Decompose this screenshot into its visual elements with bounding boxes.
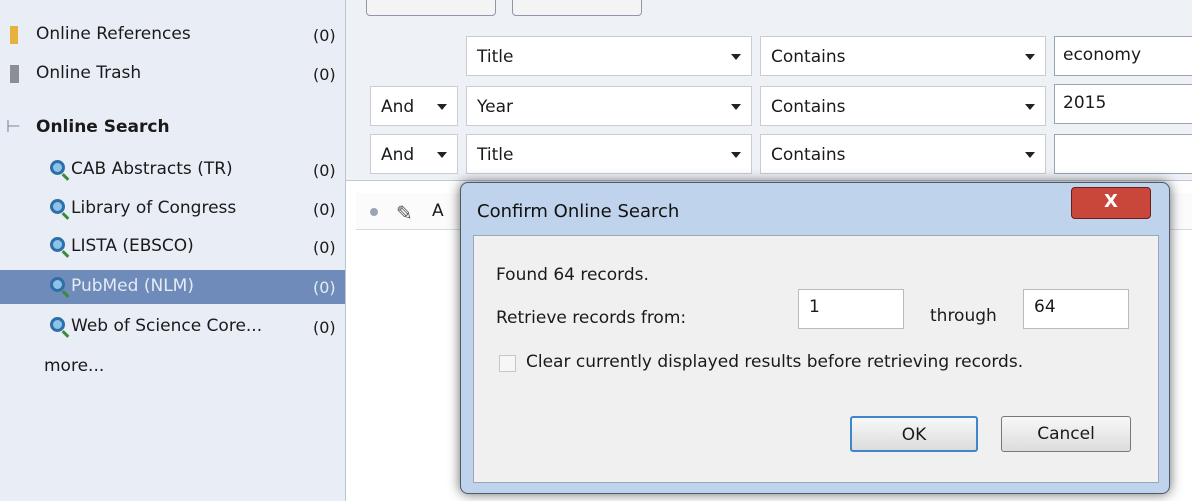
operator-select-value: Contains bbox=[771, 47, 846, 67]
toolbar-button[interactable] bbox=[512, 0, 642, 16]
sidebar-item-label: Library of Congress bbox=[71, 198, 237, 218]
records-through-value: 64 bbox=[1034, 297, 1056, 317]
sidebar-item-count: (0) bbox=[313, 200, 336, 219]
chevron-down-icon bbox=[437, 152, 447, 158]
sidebar-item-lista[interactable]: LISTA (EBSCO) (0) bbox=[0, 230, 345, 264]
online-search-icon bbox=[50, 237, 65, 252]
sidebar-item-label: LISTA (EBSCO) bbox=[71, 236, 194, 256]
online-search-icon bbox=[50, 317, 65, 332]
folder-icon bbox=[10, 26, 18, 44]
field-select-3[interactable]: Title bbox=[466, 134, 752, 174]
sidebar-item-count: (0) bbox=[313, 238, 336, 257]
sidebar-item-cab-abstracts[interactable]: CAB Abstracts (TR) (0) bbox=[0, 153, 345, 187]
field-select-value: Title bbox=[477, 145, 514, 165]
sidebar-item-online-trash[interactable]: Online Trash (0) bbox=[0, 57, 345, 91]
sidebar-item-count: (0) bbox=[313, 65, 336, 84]
sidebar-item-more[interactable]: more... bbox=[0, 350, 345, 384]
sidebar-item-online-references[interactable]: Online References (0) bbox=[0, 18, 345, 52]
sidebar-item-label: more... bbox=[44, 356, 105, 376]
field-select-1[interactable]: Title bbox=[466, 36, 752, 76]
clear-results-checkbox[interactable] bbox=[499, 355, 516, 372]
chevron-down-icon bbox=[731, 104, 741, 110]
chevron-down-icon bbox=[437, 104, 447, 110]
boolean-select-value: And bbox=[381, 97, 415, 117]
confirm-online-search-dialog: Confirm Online Search X Found 64 records… bbox=[460, 182, 1170, 494]
online-search-icon bbox=[50, 199, 65, 214]
column-header-author[interactable]: A bbox=[432, 201, 444, 221]
through-label: through bbox=[930, 306, 997, 326]
operator-select-value: Contains bbox=[771, 145, 846, 165]
chevron-down-icon bbox=[1025, 54, 1035, 60]
search-term-input-2[interactable]: 2015 bbox=[1054, 84, 1192, 124]
records-from-value: 1 bbox=[809, 297, 820, 317]
sidebar: Online References (0) Online Trash (0) ⊢… bbox=[0, 0, 346, 501]
sidebar-item-web-of-science[interactable]: Web of Science Core... (0) bbox=[0, 310, 345, 344]
dialog-title: Confirm Online Search bbox=[477, 201, 680, 222]
dialog-body: Found 64 records. Retrieve records from:… bbox=[473, 235, 1159, 483]
sidebar-item-label: Online References bbox=[36, 24, 191, 44]
clear-results-label: Clear currently displayed results before… bbox=[526, 352, 1024, 372]
sidebar-item-pubmed[interactable]: PubMed (NLM) (0) bbox=[0, 270, 345, 304]
sidebar-item-count: (0) bbox=[313, 161, 336, 180]
boolean-select-3[interactable]: And bbox=[370, 134, 458, 174]
sidebar-item-label: CAB Abstracts (TR) bbox=[71, 159, 233, 179]
operator-select-1[interactable]: Contains bbox=[760, 36, 1046, 76]
records-from-input[interactable]: 1 bbox=[798, 289, 904, 329]
search-term-value: economy bbox=[1063, 45, 1142, 65]
close-button[interactable]: X bbox=[1071, 187, 1151, 219]
tree-connector-icon: ⊢ bbox=[6, 117, 21, 137]
found-records-text: Found 64 records. bbox=[496, 265, 649, 285]
sidebar-item-library-of-congress[interactable]: Library of Congress (0) bbox=[0, 192, 345, 226]
records-through-input[interactable]: 64 bbox=[1023, 289, 1129, 329]
sidebar-item-label: Web of Science Core... bbox=[71, 316, 263, 336]
operator-select-3[interactable]: Contains bbox=[760, 134, 1046, 174]
toolbar-button[interactable] bbox=[366, 0, 496, 16]
boolean-select-value: And bbox=[381, 145, 415, 165]
online-search-icon bbox=[50, 160, 65, 175]
cancel-button[interactable]: Cancel bbox=[1001, 416, 1131, 452]
boolean-select-2[interactable]: And bbox=[370, 86, 458, 126]
sidebar-item-label: Online Trash bbox=[36, 63, 142, 83]
search-term-input-3[interactable] bbox=[1054, 134, 1192, 174]
paperclip-icon[interactable]: ✎ bbox=[396, 201, 413, 225]
sidebar-item-count: (0) bbox=[313, 26, 336, 45]
online-search-icon bbox=[50, 277, 65, 292]
field-select-2[interactable]: Year bbox=[466, 86, 752, 126]
field-select-value: Year bbox=[477, 97, 513, 117]
operator-select-value: Contains bbox=[771, 97, 846, 117]
chevron-down-icon bbox=[731, 54, 741, 60]
chevron-down-icon bbox=[1025, 152, 1035, 158]
search-term-value: 2015 bbox=[1063, 93, 1107, 113]
trash-icon bbox=[10, 65, 19, 83]
sidebar-group-online-search[interactable]: ⊢ Online Search bbox=[0, 111, 345, 145]
sidebar-group-label: Online Search bbox=[36, 117, 170, 137]
operator-select-2[interactable]: Contains bbox=[760, 86, 1046, 126]
retrieve-label: Retrieve records from: bbox=[496, 308, 687, 328]
chevron-down-icon bbox=[1025, 104, 1035, 110]
ok-button[interactable]: OK bbox=[850, 416, 978, 452]
search-term-input-1[interactable]: economy bbox=[1054, 36, 1192, 76]
field-select-value: Title bbox=[477, 47, 514, 67]
search-panel: Title Contains economy And Year Contains… bbox=[346, 0, 1192, 181]
sidebar-item-count: (0) bbox=[313, 318, 336, 337]
read-status-icon[interactable] bbox=[370, 208, 378, 216]
chevron-down-icon bbox=[731, 152, 741, 158]
sidebar-item-label: PubMed (NLM) bbox=[71, 276, 194, 296]
sidebar-item-count: (0) bbox=[313, 278, 336, 297]
